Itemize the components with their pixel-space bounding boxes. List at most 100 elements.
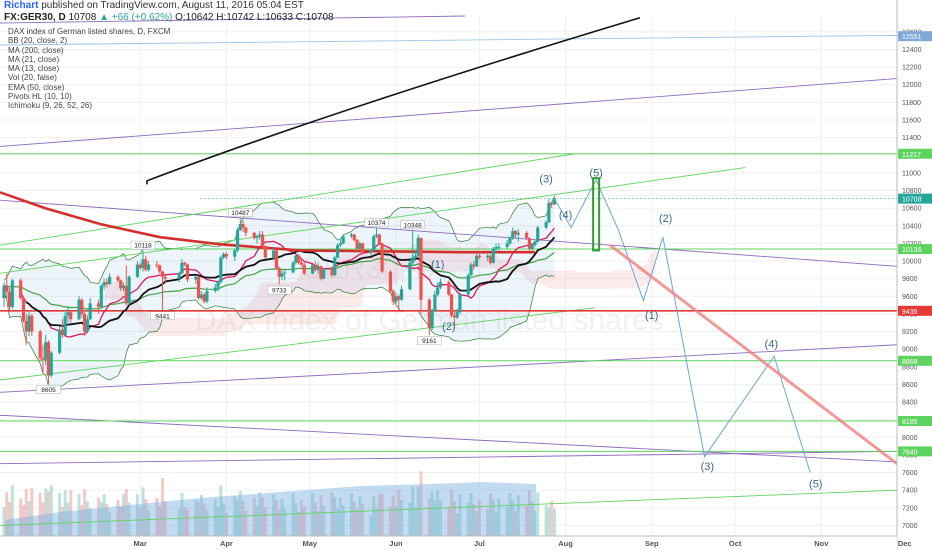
candle-body (119, 280, 123, 289)
candle-body (77, 299, 81, 320)
study-line[interactable]: EMA (50, close) (8, 83, 170, 92)
candle-body (486, 255, 490, 258)
candle-body (83, 313, 87, 332)
candle-body (260, 234, 265, 247)
price-tick: 7400 (902, 488, 918, 495)
candle-body (274, 250, 279, 269)
candle-body (294, 255, 298, 263)
month-tick: Jul (474, 539, 485, 548)
candle-body (49, 352, 53, 376)
price-tick: 10600 (902, 206, 922, 213)
price-tick: 11400 (902, 135, 921, 142)
candle-body (124, 285, 128, 304)
trendline (0, 450, 898, 465)
candle-body (316, 266, 320, 270)
study-line[interactable]: Pivots HL (10, 10) (8, 92, 170, 101)
candle-body (202, 294, 206, 302)
price-tag-label: 8185 (902, 419, 918, 426)
publish-text: published on TradingView.com, August 11,… (41, 0, 304, 11)
candle-body (455, 312, 459, 318)
candle-body (433, 294, 437, 311)
candle-body (127, 276, 131, 304)
candle-body (116, 276, 120, 281)
symbol-info: FX:GER30, D 10708 ▲ +66 (+0.62%) O:10642… (4, 12, 334, 24)
candle-body (38, 331, 42, 358)
candle-body (472, 264, 476, 267)
candle-body (491, 248, 495, 263)
candle-body (10, 280, 14, 307)
candle-body (60, 329, 64, 336)
candle-body (399, 289, 404, 300)
volume-bar (552, 508, 556, 536)
candle-body (361, 243, 365, 253)
candle-body (533, 241, 537, 246)
price-tick: 11800 (902, 100, 921, 107)
price-tick: 11000 (902, 170, 921, 177)
price-tick: 12400 (902, 47, 922, 54)
candle-body (377, 234, 381, 244)
study-line[interactable]: Vol (20, false) (8, 73, 170, 82)
candle-body (44, 342, 48, 360)
candle-body (416, 238, 420, 256)
candle-body (536, 227, 540, 242)
study-line[interactable]: MA (21, close) (8, 55, 170, 64)
month-tick: Apr (220, 539, 233, 548)
author-name[interactable]: Richart (4, 0, 38, 11)
volume-bar (536, 492, 540, 536)
volume-histogram (2, 471, 556, 536)
month-tick: Mar (134, 539, 147, 548)
candle-body (530, 245, 534, 249)
wave-label: (2) (659, 213, 672, 225)
candle-body (233, 250, 237, 257)
candle-body (436, 287, 440, 295)
pivot-label: 10118 (134, 243, 152, 250)
candle-body (388, 271, 393, 291)
month-tick: Jun (389, 539, 403, 548)
candle-body (469, 264, 473, 276)
candle-body (369, 250, 373, 253)
candle-body (180, 262, 184, 274)
candle-body (235, 230, 240, 251)
price-tick: 8600 (902, 382, 918, 389)
study-line[interactable]: BB (20, close, 2) (8, 36, 170, 45)
pivot-label: 10348 (404, 222, 422, 229)
candle-body (158, 265, 162, 272)
pivot-label: 9441 (155, 313, 170, 320)
candle-body (99, 285, 103, 307)
candle-body (547, 202, 551, 223)
month-tick: Sep (645, 539, 659, 548)
price-tick: 8000 (902, 435, 918, 442)
price-tick: 11600 (902, 118, 921, 125)
candle-body (7, 291, 12, 307)
time-axis: Mar Apr May Jun Jul Aug Sep Oct Nov Dec (0, 535, 912, 550)
month-tick: May (303, 539, 318, 548)
candle-body (108, 276, 112, 284)
candle-body (255, 236, 259, 239)
publish-info: Richart published on TradingView.com, Au… (4, 0, 304, 12)
trendline (0, 344, 898, 393)
candle-body (238, 224, 242, 231)
candle-body (135, 264, 140, 277)
candle-body (466, 275, 470, 295)
candle-body (394, 296, 398, 302)
candle-body (349, 234, 354, 237)
candle-body (138, 264, 142, 269)
candle-body (413, 255, 418, 258)
price-tag-label: 9435 (902, 309, 918, 316)
candle-body (477, 255, 481, 258)
candle-body (380, 243, 384, 272)
candle-body (488, 255, 493, 263)
candle-body (341, 236, 345, 244)
study-line[interactable]: Ichimoku (9, 26, 52, 26) (8, 101, 170, 110)
candle-body (430, 310, 434, 328)
chart-header: Richart published on TradingView.com, Au… (0, 0, 932, 24)
candle-body (66, 312, 70, 316)
candle-body (475, 255, 479, 267)
wave-label: (3) (539, 174, 552, 186)
month-tick: Dec (898, 539, 912, 548)
study-line[interactable]: MA (200, close) (8, 46, 170, 55)
candle-body (224, 253, 228, 257)
study-line[interactable]: MA (13, close) (8, 64, 170, 73)
candle-body (46, 342, 51, 376)
candle-body (525, 232, 529, 239)
